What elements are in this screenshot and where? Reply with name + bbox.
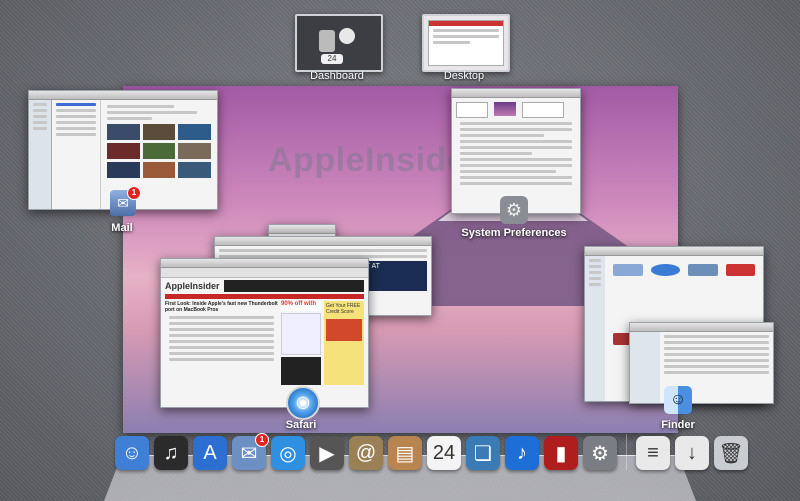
dock-item-documents[interactable]: ≡ bbox=[636, 436, 670, 470]
dock-item-itunes[interactable]: ♪ bbox=[505, 436, 539, 470]
system-preferences-label: System Preferences bbox=[461, 227, 567, 239]
photo-booth-icon: ▮ bbox=[555, 442, 567, 465]
gear-icon: ⚙ bbox=[591, 442, 609, 465]
dock-item-system-preferences[interactable]: ⚙ bbox=[583, 436, 617, 470]
safari-icon: ◎ bbox=[279, 442, 297, 465]
dock-item-mail[interactable]: ✉ 1 bbox=[232, 433, 269, 470]
dock-item-finder[interactable]: ☺ bbox=[115, 436, 149, 470]
site-logo[interactable]: AppleInsider bbox=[165, 281, 220, 291]
notebook-icon: ▤ bbox=[395, 442, 415, 465]
app-store-icon: A bbox=[203, 441, 217, 464]
calendar-widget: 24 bbox=[321, 54, 343, 64]
mail-icon: ✉ bbox=[240, 442, 258, 465]
dock-item-dashboard[interactable]: ♫ bbox=[154, 436, 188, 470]
safari-app-icon[interactable]: ◎ bbox=[286, 386, 320, 420]
desktop-thumbnail-window bbox=[428, 20, 504, 66]
safari-window[interactable]: AppleInsider First Look: Inside Apple's … bbox=[160, 258, 369, 408]
space-desktop-label: Desktop bbox=[443, 70, 485, 82]
finder-icon: ☺ bbox=[121, 441, 143, 464]
watermark: AppleInsider bbox=[268, 141, 480, 179]
dock-item-facetime[interactable]: ▶ bbox=[310, 436, 344, 470]
dock-item-ibooks[interactable]: ▤ bbox=[388, 436, 422, 470]
ad-side: Get Your FREE Credit Score bbox=[326, 303, 361, 315]
dock-item-trash[interactable]: 🗑 bbox=[714, 436, 748, 470]
article-headline[interactable]: First Look: Inside Apple's fast new Thun… bbox=[165, 301, 278, 313]
widget-icon bbox=[319, 30, 335, 52]
mail-titlebar bbox=[29, 91, 217, 100]
system-preferences-app-icon[interactable]: ⚙ bbox=[500, 196, 528, 224]
dock-item-address-book[interactable]: @ bbox=[349, 436, 383, 470]
dashboard-icon: ♫ bbox=[163, 441, 179, 464]
mail-sidebar bbox=[29, 100, 52, 209]
ad-percent: 90% off with bbox=[281, 301, 321, 311]
space-dashboard-thumbnail[interactable]: 24 bbox=[295, 14, 383, 72]
dock-item-downloads[interactable]: ↓ bbox=[675, 436, 709, 470]
finder-sidebar bbox=[585, 256, 605, 401]
dock-separator bbox=[626, 434, 627, 470]
preview-icon: ❏ bbox=[474, 442, 492, 465]
facetime-icon: ▶ bbox=[319, 442, 335, 465]
mail-label: Mail bbox=[111, 222, 133, 234]
dock-item-ical[interactable]: 24 bbox=[427, 436, 461, 470]
finder-app-icon[interactable]: ☺ bbox=[664, 386, 692, 414]
mail-badge: 1 bbox=[127, 186, 141, 200]
document-icon: ↓ bbox=[687, 441, 697, 464]
clock-icon bbox=[339, 28, 355, 44]
document-icon: ≡ bbox=[647, 441, 659, 464]
finder-window-list[interactable] bbox=[629, 322, 774, 404]
dock-item-preview[interactable]: ❏ bbox=[466, 436, 500, 470]
dock-item-app-store[interactable]: A bbox=[193, 436, 227, 470]
space-desktop-thumbnail[interactable] bbox=[422, 14, 510, 72]
safari-toolbar bbox=[161, 268, 368, 278]
mail-message-list bbox=[52, 100, 101, 209]
dock: ☺ ♫ A ✉ 1 ◎ ▶ @ ▤ 24 ❏ ♪ ▮ ⚙ ≡ ↓ 🗑 bbox=[115, 424, 748, 470]
address-book-icon: @ bbox=[355, 441, 377, 464]
space-dashboard-label: Dashboard bbox=[310, 70, 364, 82]
calendar-icon: 24 bbox=[432, 441, 456, 464]
trash-icon: 🗑 bbox=[718, 442, 744, 465]
dock-item-safari[interactable]: ◎ bbox=[271, 436, 305, 470]
dock-item-photo-booth[interactable]: ▮ bbox=[544, 436, 578, 470]
dock-badge: 1 bbox=[255, 433, 269, 447]
itunes-icon: ♪ bbox=[517, 441, 527, 464]
